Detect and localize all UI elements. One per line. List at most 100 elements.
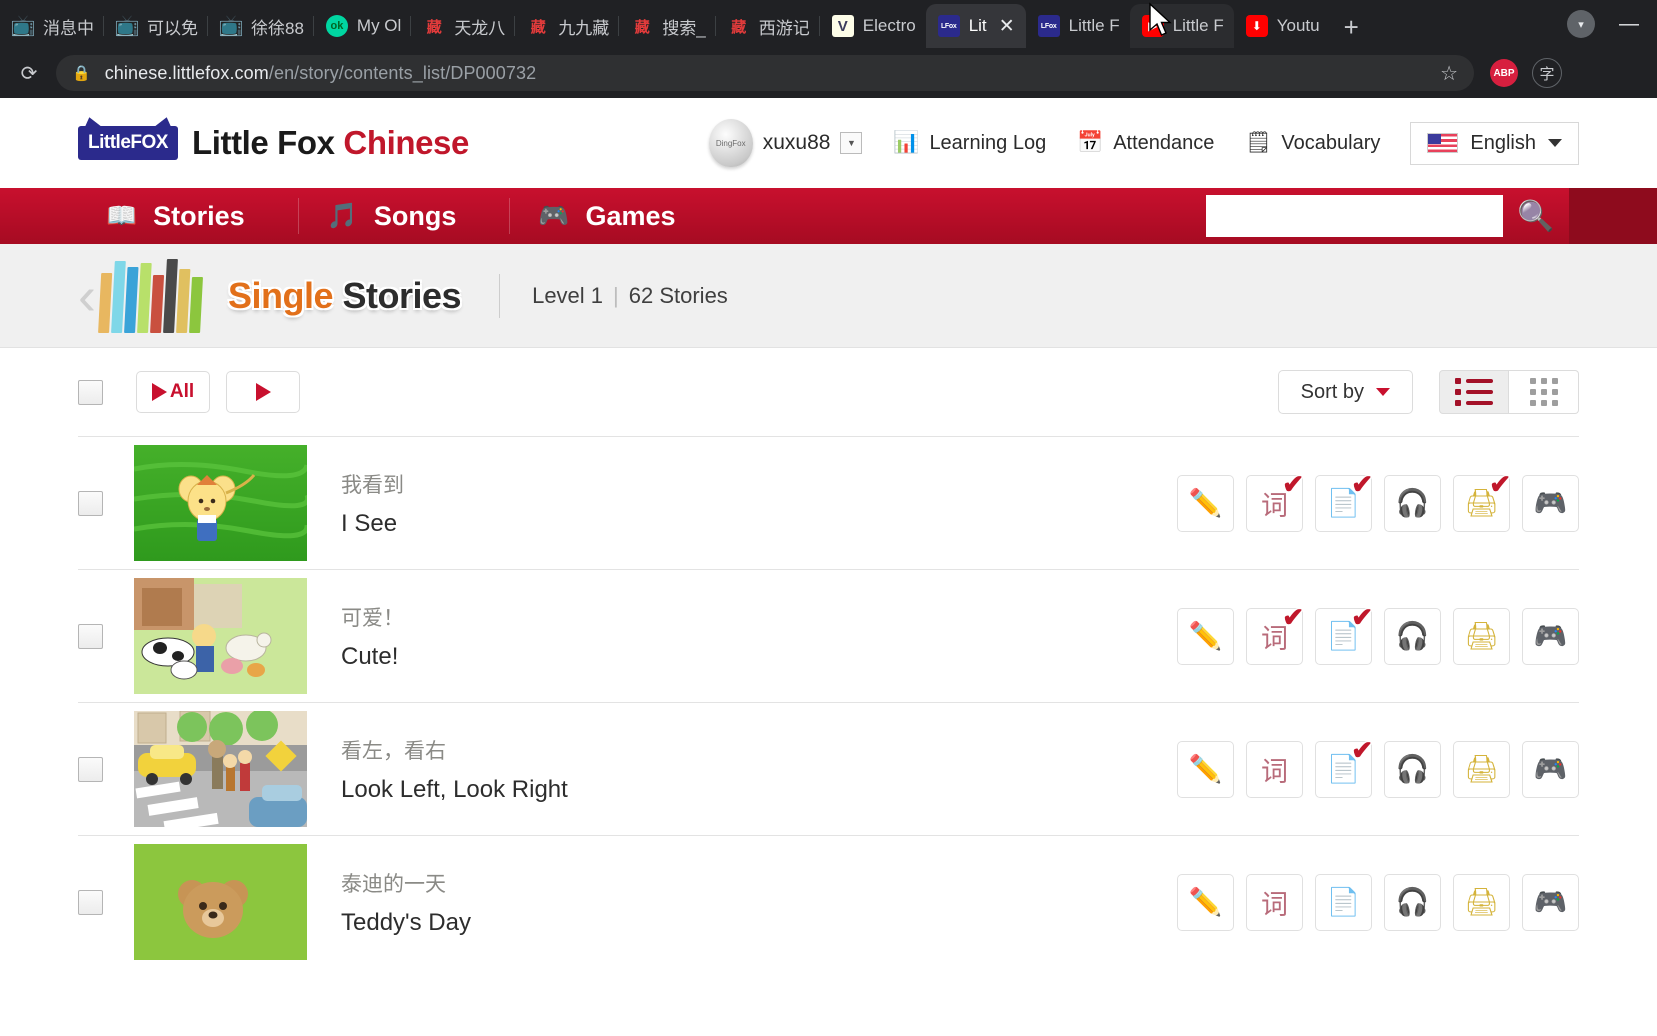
chevron-down-icon[interactable]: ▼: [840, 132, 863, 154]
table-row[interactable]: 看左，看右 Look Left, Look Right ✏️ 词 📄 ✔ 🎧 🖨 …: [78, 702, 1579, 835]
print-button[interactable]: 🖨: [1453, 607, 1510, 665]
wordcard-button[interactable]: 词 ✔: [1246, 471, 1304, 532]
story-thumbnail[interactable]: [134, 844, 307, 960]
category-banner: ‹ Single Stories Level 1 | 62 Stories: [0, 244, 1657, 348]
headphone-icon: 🎧: [1395, 488, 1430, 518]
browser-tab[interactable]: 藏 天龙八: [411, 4, 516, 48]
table-row[interactable]: 可爱！ Cute! ✏️ 词 ✔ 📄 ✔ 🎧 🖨 🎮: [78, 569, 1579, 702]
nav-item-games[interactable]: 🎮 Games: [510, 188, 729, 244]
browser-tab[interactable]: V Electro: [820, 4, 926, 48]
main-navigation: 📖 Stories 🎵 Songs 🎮 Games 🔍: [0, 188, 1657, 244]
table-row[interactable]: 泰迪的一天 Teddy's Day ✏️ 词 📄 🎧 🖨 🎮: [78, 835, 1579, 968]
close-icon[interactable]: ✕: [998, 17, 1016, 36]
browser-tab[interactable]: 📺 消息中: [0, 4, 104, 48]
language-selector[interactable]: English: [1410, 121, 1579, 165]
avatar[interactable]: 字: [1532, 58, 1562, 88]
game-icon: 🎮: [1533, 887, 1568, 917]
quiz-icon: 📄: [1326, 887, 1361, 917]
user-menu[interactable]: DingFox xuxu88 ▼: [708, 119, 863, 167]
bilibili-icon: 📺: [114, 15, 140, 37]
grid-view-button[interactable]: [1509, 370, 1579, 414]
browser-tab[interactable]: ▶ Little F: [1129, 4, 1234, 48]
pencil-button[interactable]: ✏️: [1177, 873, 1234, 931]
chevron-down-icon: [1548, 139, 1562, 147]
row-checkbox[interactable]: [78, 889, 103, 915]
table-row[interactable]: 我看到 I See ✏️ 词 ✔ 📄 ✔ 🎧 🖨 ✔ 🎮: [78, 436, 1579, 569]
pencil-button[interactable]: ✏️: [1177, 740, 1234, 798]
nav-item-stories[interactable]: 📖 Stories: [78, 188, 299, 244]
print-button[interactable]: 🖨: [1453, 873, 1510, 931]
header-link-learning-log[interactable]: 📊 Learning Log: [892, 129, 1046, 157]
play-button[interactable]: [226, 371, 300, 413]
pencil-icon: ✏️: [1188, 754, 1223, 784]
story-thumbnail[interactable]: [134, 445, 307, 561]
notepad-icon: 🗒: [1245, 131, 1272, 154]
wordcard-button[interactable]: 词: [1246, 740, 1303, 798]
pencil-button[interactable]: ✏️: [1177, 474, 1234, 532]
listen-button[interactable]: 🎧: [1384, 474, 1441, 532]
listen-button[interactable]: 🎧: [1384, 740, 1441, 798]
browser-tab[interactable]: 藏 九九藏: [515, 4, 620, 48]
story-thumbnail[interactable]: [134, 578, 307, 694]
level-label: Level 1: [532, 282, 604, 308]
bookmark-star-icon[interactable]: ☆: [1440, 61, 1458, 86]
wordcard-button[interactable]: 词: [1246, 873, 1303, 931]
logo-text-part1: Little Fox: [191, 124, 344, 161]
wordcard-button[interactable]: 词 ✔: [1246, 604, 1304, 665]
pencil-button[interactable]: ✏️: [1177, 607, 1234, 665]
story-title-cn: 我看到: [341, 473, 404, 497]
browser-chrome: 📺 消息中 📺 可以免 📺 徐徐88 ok My Ol 藏 天龙八 藏 九九藏 …: [0, 0, 1657, 98]
check-icon: ✔: [1351, 601, 1373, 632]
site-title: Little Fox Chinese: [192, 124, 469, 162]
address-bar[interactable]: 🔒 chinese.littlefox.com/en/story/content…: [56, 55, 1474, 91]
profile-icon[interactable]: ▾: [1567, 10, 1595, 38]
site-logo[interactable]: LittleFOX Little Fox Chinese: [78, 124, 469, 162]
minimize-button[interactable]: —: [1619, 14, 1639, 34]
game-button[interactable]: 🎮: [1522, 873, 1579, 931]
play-icon: [255, 383, 271, 401]
browser-tab[interactable]: ⬇ Youtu: [1234, 4, 1330, 48]
game-button[interactable]: 🎮: [1522, 740, 1579, 798]
check-icon: ✔: [1489, 468, 1511, 499]
search-input[interactable]: [1206, 195, 1503, 237]
print-button[interactable]: 🖨: [1453, 740, 1510, 798]
play-all-button[interactable]: All: [136, 371, 210, 413]
game-button[interactable]: 🎮: [1522, 607, 1579, 665]
story-titles: 可爱！ Cute!: [307, 602, 404, 671]
browser-tab[interactable]: 藏 搜索_: [619, 4, 716, 48]
row-checkbox[interactable]: [78, 623, 103, 649]
list-view-button[interactable]: [1439, 370, 1509, 414]
browser-tab[interactable]: 📺 徐徐88: [208, 4, 314, 48]
zang-icon: 藏: [426, 18, 442, 36]
nav-item-songs[interactable]: 🎵 Songs: [299, 188, 511, 244]
print-button[interactable]: 🖨 ✔: [1453, 471, 1511, 532]
quiz-button[interactable]: 📄 ✔: [1315, 737, 1373, 798]
bar-chart-icon: 📊: [893, 131, 920, 154]
browser-tab-active[interactable]: LFox Lit ✕: [925, 4, 1026, 48]
listen-button[interactable]: 🎧: [1384, 607, 1441, 665]
browser-tab[interactable]: 藏 西游记: [716, 4, 820, 48]
select-all-checkbox[interactable]: [78, 379, 103, 405]
header-link-vocabulary[interactable]: 🗒 Vocabulary: [1244, 129, 1380, 157]
header-link-attendance[interactable]: 📅 Attendance: [1076, 129, 1214, 157]
row-checkbox[interactable]: [78, 490, 103, 516]
story-thumbnail[interactable]: [134, 711, 307, 827]
listen-button[interactable]: 🎧: [1384, 873, 1441, 931]
quiz-button[interactable]: 📄 ✔: [1315, 471, 1373, 532]
browser-tab[interactable]: ok My Ol: [314, 4, 412, 48]
header-link-label: Attendance: [1113, 131, 1215, 154]
row-checkbox[interactable]: [78, 756, 103, 782]
sort-by-dropdown[interactable]: Sort by: [1277, 370, 1413, 414]
quiz-button[interactable]: 📄: [1315, 873, 1372, 931]
browser-tab[interactable]: LFox Little F: [1026, 4, 1130, 48]
reload-icon[interactable]: ⟳: [12, 61, 46, 86]
new-tab-button[interactable]: +: [1330, 14, 1373, 40]
adblock-plus-icon[interactable]: ABP: [1490, 59, 1518, 87]
search-icon[interactable]: 🔍: [1503, 188, 1569, 244]
back-chevron-icon[interactable]: ‹: [78, 269, 96, 323]
quiz-button[interactable]: 📄 ✔: [1315, 604, 1373, 665]
game-button[interactable]: 🎮: [1522, 474, 1579, 532]
littlefox-logo-icon: LittleFOX: [78, 126, 178, 160]
browser-tab[interactable]: 📺 可以免: [104, 4, 208, 48]
search-area: 🔍: [1206, 188, 1569, 244]
